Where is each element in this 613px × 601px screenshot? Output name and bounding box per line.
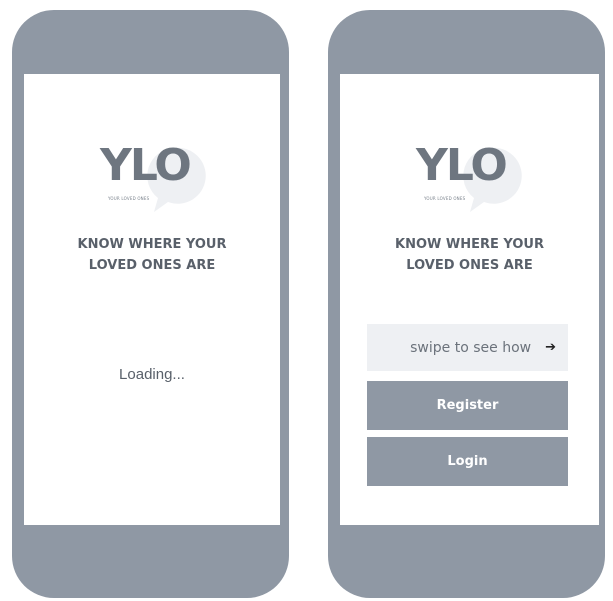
tagline: KNOW WHERE YOUR LOVED ONES ARE xyxy=(24,234,280,276)
swipe-to-see-how-button[interactable]: swipe to see how ➔ xyxy=(367,324,568,371)
screen: YLO YOUR LOVED ONES KNOW WHERE YOUR LOVE… xyxy=(340,74,599,525)
loading-text: Loading... xyxy=(119,366,185,383)
tagline-line-2: LOVED ONES ARE xyxy=(406,258,533,273)
logo-subtitle: YOUR LOVED ONES xyxy=(424,196,466,201)
tagline-line-2: LOVED ONES ARE xyxy=(88,258,216,273)
arrow-right-icon: ➔ xyxy=(545,340,556,355)
tagline: KNOW WHERE YOUR LOVED ONES ARE xyxy=(340,234,599,276)
screen: YLO YOUR LOVED ONES KNOW WHERE YOUR LOVE… xyxy=(24,74,280,525)
logo-subtitle: YOUR LOVED ONES xyxy=(108,196,150,201)
tagline-line-1: KNOW WHERE YOUR xyxy=(77,237,227,252)
register-button[interactable]: Register xyxy=(367,381,568,430)
ylo-logo: YLO YOUR LOVED ONES xyxy=(100,140,210,212)
phone-loading-screen: YLO YOUR LOVED ONES KNOW WHERE YOUR LOVE… xyxy=(12,10,289,598)
logo-text: YLO xyxy=(416,140,508,191)
ylo-logo: YLO YOUR LOVED ONES xyxy=(416,140,526,212)
phone-welcome-screen: YLO YOUR LOVED ONES KNOW WHERE YOUR LOVE… xyxy=(328,10,605,598)
login-button[interactable]: Login xyxy=(367,437,568,486)
tagline-line-1: KNOW WHERE YOUR xyxy=(395,237,544,252)
logo-text: YLO xyxy=(100,140,192,191)
swipe-label: swipe to see how xyxy=(410,339,532,356)
